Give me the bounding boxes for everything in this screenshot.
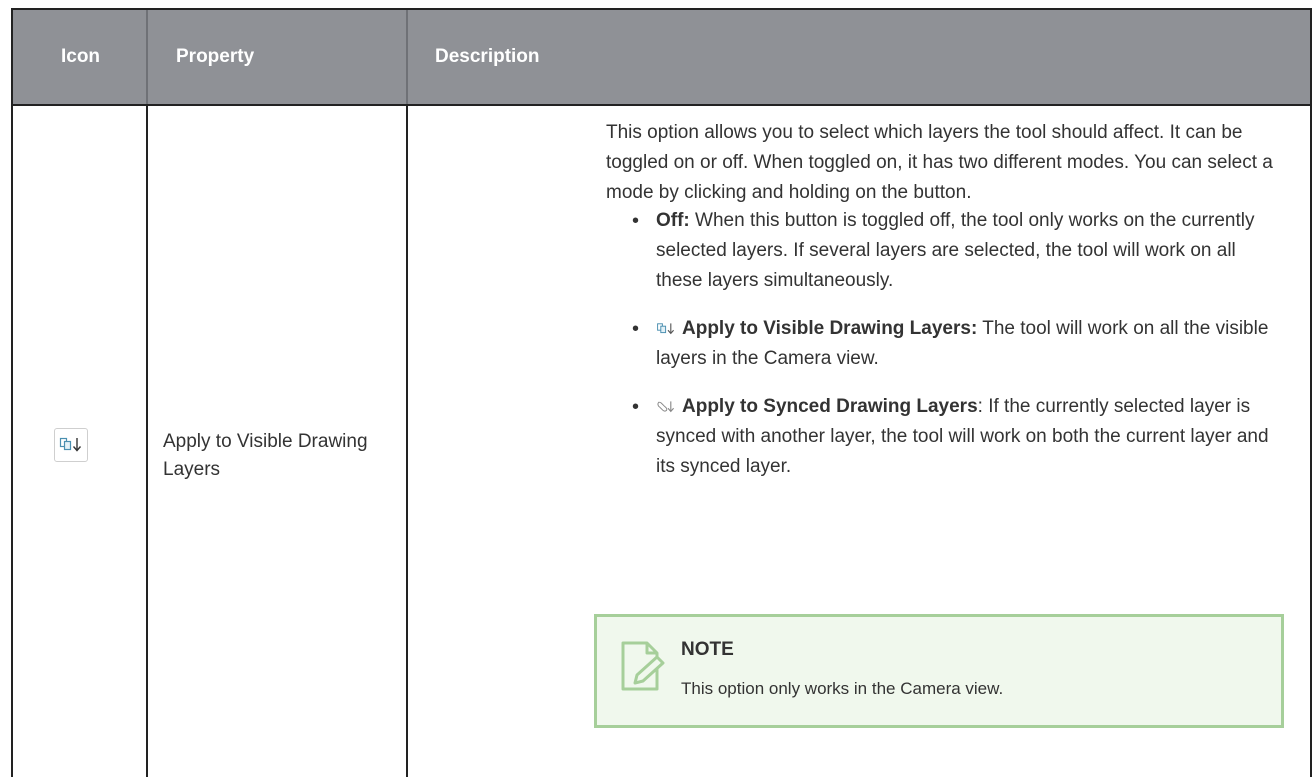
apply-to-visible-drawing-layers-icon [656, 321, 676, 337]
header-description: Description [435, 46, 540, 67]
list-item: Apply to Synced Drawing Layers: If the c… [632, 392, 1278, 482]
description-text: This option allows you to select which l… [606, 122, 1273, 203]
note-pencil-icon [619, 639, 667, 698]
list-item: Apply to Visible Drawing Layers: The too… [632, 314, 1278, 374]
bullet-text: When this button is toggled off, the too… [656, 210, 1255, 291]
header-separator [406, 10, 408, 104]
bullet-label: Apply to Synced Drawing Layers [682, 396, 978, 417]
table-header: Icon Property Description [13, 10, 1310, 106]
property-name: Apply to Visible Drawing Layers [163, 431, 368, 480]
mode-list: Off: When this button is toggled off, th… [632, 206, 1278, 500]
apply-to-visible-drawing-layers-icon [54, 428, 88, 462]
column-divider [406, 106, 408, 777]
note-box: NOTE This option only works in the Camer… [594, 614, 1284, 728]
bullet-label: Apply to Visible Drawing Layers: [682, 318, 978, 339]
header-property: Property [176, 46, 255, 67]
note-title: NOTE [681, 639, 734, 660]
header-separator [146, 10, 148, 104]
description-intro: This option allows you to select which l… [606, 118, 1296, 208]
list-item: Off: When this button is toggled off, th… [632, 206, 1278, 296]
note-text: This option only works in the Camera vie… [681, 679, 1004, 698]
apply-to-synced-drawing-layers-icon [656, 399, 676, 415]
column-divider [146, 106, 148, 777]
header-icon: Icon [60, 46, 101, 67]
bullet-label: Off: [656, 210, 690, 231]
